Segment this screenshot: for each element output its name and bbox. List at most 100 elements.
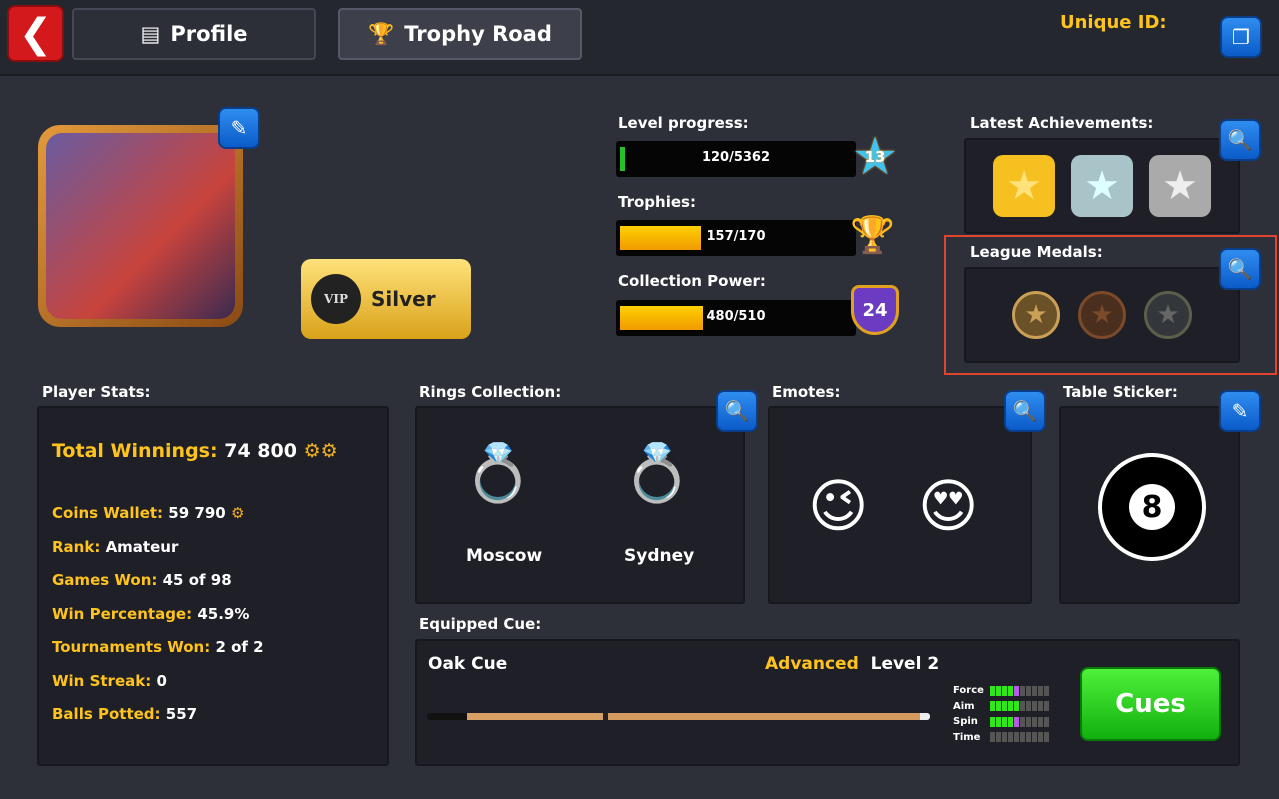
avatar[interactable] <box>38 125 243 327</box>
stat-segment <box>1044 701 1049 712</box>
medal-grey-icon[interactable]: ★ <box>1144 291 1192 339</box>
stat-segment <box>1038 701 1043 712</box>
pencil-icon: ✎ <box>1231 399 1249 423</box>
stat-row: Rank: Amateur <box>52 537 179 556</box>
cue-name: Oak Cue <box>428 654 508 674</box>
stat-segment <box>996 685 1001 696</box>
stat-segment <box>1026 685 1031 696</box>
achievements-label: Latest Achievements: <box>970 114 1154 132</box>
achievement-silver-star-icon[interactable]: ★ <box>1071 155 1133 217</box>
stat-segment <box>1026 701 1031 712</box>
cue-stat-aim: Aim <box>953 699 1050 715</box>
stat-row: Coins Wallet: 59 790 ⚙ <box>52 504 245 522</box>
stat-segment <box>990 685 995 696</box>
emotes-title: Emotes: <box>772 383 841 401</box>
ring-sydney-icon[interactable]: 💍 <box>622 440 692 506</box>
stat-segment <box>1002 701 1007 712</box>
stat-row: Win Streak: 0 <box>52 671 167 690</box>
stat-segment <box>1038 685 1043 696</box>
player-stats-title: Player Stats: <box>42 383 151 401</box>
cue-tier-level: Advanced Level 2 <box>765 654 940 674</box>
stat-segment <box>1020 685 1025 696</box>
pencil-icon: ✎ <box>230 116 248 140</box>
search-icon: 🔍 <box>1227 128 1253 152</box>
medal-gold-icon[interactable]: ★ <box>1012 291 1060 339</box>
emote-heart-eyes-icon[interactable]: 😍 <box>918 472 978 540</box>
profile-card-icon: ▤ <box>140 22 161 46</box>
achievement-gold-star-icon[interactable]: ★ <box>993 155 1055 217</box>
shield-badge: 24 <box>851 285 899 335</box>
edit-avatar-button[interactable]: ✎ <box>218 107 260 149</box>
stat-segment <box>996 732 1001 743</box>
coin-icon: ⚙ <box>230 504 245 522</box>
league-search-button[interactable]: 🔍 <box>1219 248 1261 290</box>
ring-moscow-icon[interactable]: 💍 <box>463 440 533 506</box>
stat-segment <box>1044 716 1049 727</box>
sticker-edit-button[interactable]: ✎ <box>1219 390 1261 432</box>
equipped-cue-title: Equipped Cue: <box>419 615 542 633</box>
collection-power-bar: 480/510 <box>616 300 856 336</box>
stat-segment <box>1014 701 1019 712</box>
stat-segment <box>1002 685 1007 696</box>
level-progress-bar: 120/5362 <box>616 141 856 177</box>
cue-image <box>427 713 930 720</box>
stat-segment <box>1038 732 1043 743</box>
back-button[interactable]: ❮ <box>7 5 64 62</box>
emotes-search-button[interactable]: 🔍 <box>1004 390 1046 432</box>
stat-segment <box>990 716 995 727</box>
coins-icon: ⚙⚙ <box>303 440 338 462</box>
achievements-panel: ★ ★ ★ <box>964 138 1240 234</box>
rings-search-button[interactable]: 🔍 <box>716 390 758 432</box>
ring-name: Moscow <box>466 546 543 566</box>
stat-row: Balls Potted: 557 <box>52 705 198 723</box>
stat-segment <box>1026 732 1031 743</box>
search-icon: 🔍 <box>724 399 750 423</box>
emote-wink-icon[interactable]: 😉 <box>808 472 868 540</box>
stat-segment <box>1014 732 1019 743</box>
stat-segment <box>1002 732 1007 743</box>
stat-segment <box>1032 701 1037 712</box>
stat-segment <box>1008 732 1013 743</box>
table-sticker-title: Table Sticker: <box>1063 383 1178 401</box>
trophies-label: Trophies: <box>618 193 696 211</box>
trophies-bar: 157/170 <box>616 220 856 256</box>
search-icon: 🔍 <box>1012 399 1038 423</box>
stat-row: Tournaments Won: 2 of 2 <box>52 638 264 656</box>
stat-segment <box>1020 732 1025 743</box>
cues-button[interactable]: Cues <box>1080 667 1221 741</box>
stat-row: Win Percentage: 45.9% <box>52 604 250 623</box>
stat-segment <box>1014 716 1019 727</box>
stat-segment <box>1044 685 1049 696</box>
stat-segment <box>1008 685 1013 696</box>
stat-segment <box>1020 701 1025 712</box>
medal-bronze-icon[interactable]: ★ <box>1078 291 1126 339</box>
trophy-icon: 🏆 <box>368 21 395 46</box>
chevron-left-icon: ❮ <box>18 10 53 57</box>
stat-segment <box>990 701 995 712</box>
ring-name: Sydney <box>624 546 695 566</box>
tab-trophy-road[interactable]: 🏆 Trophy Road <box>338 8 582 60</box>
league-medals-panel: ★ ★ ★ <box>964 267 1240 363</box>
cue-stat-time: Time <box>953 730 1050 746</box>
vip-badge[interactable]: VIP Silver <box>301 259 471 339</box>
stat-segment <box>990 732 995 743</box>
trophy-icon: 🏆 <box>850 215 895 256</box>
stat-segment <box>1038 716 1043 727</box>
cue-stat-force: Force <box>953 683 1050 699</box>
total-winnings: Total Winnings: 74 800 ⚙⚙ <box>52 440 338 462</box>
achievements-search-button[interactable]: 🔍 <box>1219 119 1261 161</box>
stat-segment <box>1002 716 1007 727</box>
copy-icon: ❐ <box>1232 25 1250 49</box>
copy-id-button[interactable]: ❐ <box>1220 16 1262 58</box>
stat-segment <box>1044 732 1049 743</box>
collection-power-label: Collection Power: <box>618 272 766 290</box>
achievement-star-icon[interactable]: ★ <box>1149 155 1211 217</box>
stat-segment <box>1014 685 1019 696</box>
stat-segment <box>1020 716 1025 727</box>
stat-segment <box>1032 685 1037 696</box>
tab-profile[interactable]: ▤ Profile <box>72 8 316 60</box>
stat-segment <box>1008 701 1013 712</box>
stat-segment <box>1032 716 1037 727</box>
stat-segment <box>996 716 1001 727</box>
eight-ball-sticker[interactable]: 8 <box>1098 453 1206 561</box>
